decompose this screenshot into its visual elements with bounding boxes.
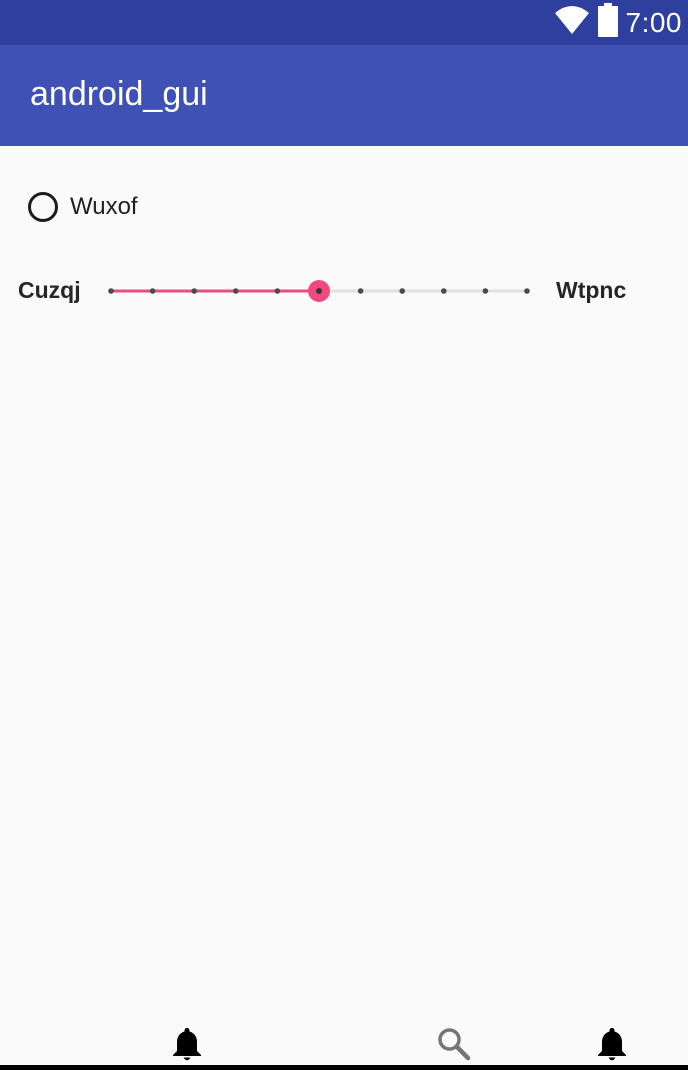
seekbar-tick xyxy=(108,288,114,294)
seekbar-tick xyxy=(524,288,530,294)
app-bar: android_gui xyxy=(0,45,688,146)
seekbar-tick xyxy=(357,288,364,294)
seekbar-tick xyxy=(191,288,197,294)
status-time: 7:00 xyxy=(625,6,682,38)
seekbar-left-label: Cuzqj xyxy=(18,277,81,303)
seekbar-tick xyxy=(233,288,239,294)
status-icons: 7:00 xyxy=(554,0,683,45)
seekbar-tick xyxy=(149,288,156,294)
radio-button-wuxof[interactable]: Wuxof xyxy=(28,192,138,222)
bell-icon[interactable] xyxy=(596,1026,628,1067)
radio-label: Wuxof xyxy=(70,193,138,220)
seekbar[interactable] xyxy=(100,272,540,312)
status-bar: 7:00 xyxy=(0,0,688,45)
seekbar-tick xyxy=(441,288,447,294)
bottom-divider xyxy=(0,1065,688,1070)
bell-icon[interactable] xyxy=(171,1026,203,1067)
battery-icon xyxy=(597,3,618,42)
search-icon[interactable] xyxy=(436,1026,472,1067)
seekbar-thumb-dot xyxy=(316,288,322,294)
seekbar-tick xyxy=(274,288,281,294)
wifi-icon xyxy=(554,5,590,40)
seekbar-tick xyxy=(399,288,406,294)
radio-circle-icon[interactable] xyxy=(28,192,58,222)
seekbar-tick xyxy=(482,288,489,294)
seekbar-right-label: Wtpnc xyxy=(556,277,627,303)
app-title: android_gui xyxy=(30,75,208,113)
bottom-navigation xyxy=(0,1020,688,1070)
